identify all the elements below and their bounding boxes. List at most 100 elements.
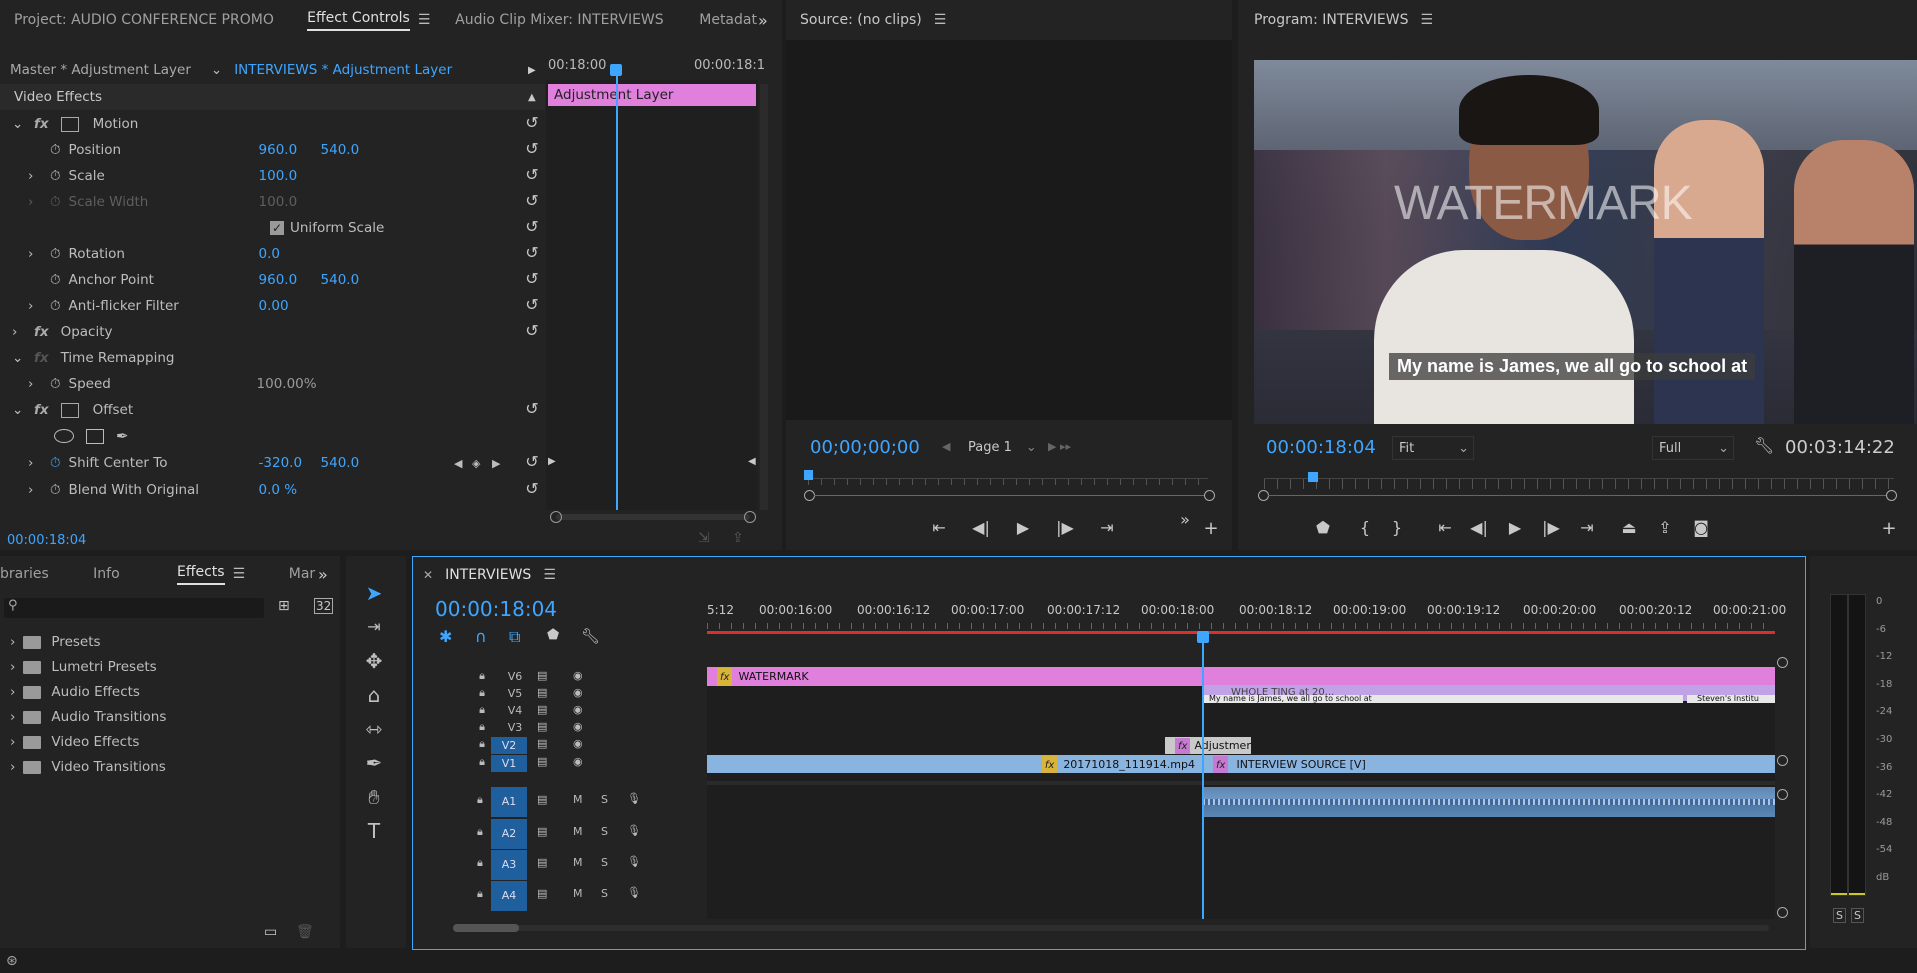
reset-icon[interactable]: ↺ xyxy=(522,321,542,341)
eye-icon[interactable]: ◉ xyxy=(573,703,583,716)
razor-tool-icon[interactable]: ⌂ xyxy=(356,680,392,710)
prev-keyframe-icon[interactable]: ◀ xyxy=(454,457,462,470)
hand-tool-icon[interactable]: ✋︎ xyxy=(356,782,392,812)
lock-icon[interactable]: 🔒︎ xyxy=(477,703,487,717)
sync-icon[interactable]: ▤ xyxy=(537,686,547,699)
track-target-a4[interactable]: A4 xyxy=(491,881,527,911)
reset-icon[interactable]: ↺ xyxy=(522,243,542,263)
position-y-value[interactable]: 540.0 xyxy=(321,142,360,158)
ec-current-time[interactable]: 00:00:18:04 xyxy=(7,533,86,548)
stopwatch-icon[interactable]: ⏱ xyxy=(50,194,61,210)
go-to-in-icon[interactable]: ⇤ xyxy=(926,518,952,537)
solo-button[interactable]: S xyxy=(601,856,608,869)
timeline-ruler[interactable]: 5:12 00:00:16:00 00:00:16:12 00:00:17:00… xyxy=(707,597,1786,645)
accelerated-effects-icon[interactable]: ⊞ xyxy=(278,598,290,614)
ec-playhead-handle[interactable] xyxy=(610,64,622,76)
tab-project[interactable]: Project: AUDIO CONFERENCE PROMO xyxy=(0,12,293,28)
add-marker-icon[interactable]: ⬟ xyxy=(547,627,559,643)
clip-a1-audio[interactable] xyxy=(1203,787,1775,817)
play-icon[interactable]: ▶ xyxy=(1010,518,1036,537)
ec-zoom-scrollbar[interactable] xyxy=(556,514,750,520)
mark-out-icon[interactable]: } xyxy=(1384,518,1410,537)
motion-row[interactable]: ⌄ fx Motion xyxy=(0,111,545,137)
opacity-row[interactable]: › fx Opacity xyxy=(0,319,545,345)
tabs-overflow-icon[interactable]: » xyxy=(758,11,768,30)
collapse-up-icon[interactable]: ▲ xyxy=(528,92,536,103)
blend-value[interactable]: 0.0 % xyxy=(259,482,298,498)
effects-item-lumetri-presets[interactable]: › Lumetri Presets xyxy=(0,655,330,679)
chevron-down-icon[interactable]: ⌄ xyxy=(211,62,222,78)
sync-icon[interactable]: ▤ xyxy=(537,703,547,716)
program-time-ruler[interactable] xyxy=(1264,478,1894,489)
export-icon[interactable]: ⇪ xyxy=(732,530,744,546)
transform-box-icon[interactable] xyxy=(60,402,79,418)
clip-v5-caption[interactable]: My name is James, we all go to school at xyxy=(1203,695,1683,703)
ec-vscroll[interactable] xyxy=(760,84,768,510)
lift-icon[interactable]: ⏏ xyxy=(1616,518,1642,537)
chevron-right-icon[interactable]: › xyxy=(28,455,50,471)
ec-mini-timeline[interactable] xyxy=(546,80,758,510)
timeline-vscroll-mid[interactable] xyxy=(1777,755,1788,766)
timeline-tab[interactable]: ✕ INTERVIEWS ☰ xyxy=(423,567,556,583)
ec-clip-bar[interactable]: Adjustment Layer xyxy=(548,84,756,106)
reset-icon[interactable]: ↺ xyxy=(522,295,542,315)
pen-tool-icon[interactable]: ✒ xyxy=(356,748,392,778)
track-target-a1[interactable]: A1 xyxy=(491,787,527,817)
creative-cloud-icon[interactable]: ⊛ xyxy=(6,953,18,969)
microphone-icon[interactable]: 🎙︎ xyxy=(627,886,641,899)
step-back-icon[interactable]: ◀| xyxy=(968,518,994,537)
microphone-icon[interactable]: 🎙︎ xyxy=(627,824,641,837)
stopwatch-icon[interactable]: ⏱ xyxy=(50,298,61,314)
chevron-right-icon[interactable]: › xyxy=(10,759,15,775)
ec-scroll-left-handle[interactable] xyxy=(550,511,562,523)
delete-icon[interactable]: 🗑︎ xyxy=(296,924,314,940)
chevron-right-icon[interactable]: › xyxy=(10,634,15,650)
filter-icon[interactable]: ⇲ xyxy=(698,530,710,546)
chevron-right-icon[interactable]: › xyxy=(10,734,15,750)
source-timecode[interactable]: 00;00;00;00 xyxy=(810,437,920,458)
microphone-icon[interactable]: 🎙︎ xyxy=(627,792,641,805)
tab-effect-controls[interactable]: Effect Controls ☰ xyxy=(293,10,441,31)
solo-button[interactable]: S xyxy=(601,825,608,838)
lock-icon[interactable]: 🔒︎ xyxy=(477,720,487,734)
add-button-icon[interactable]: + xyxy=(1876,518,1902,539)
timeline-vscroll-bottom[interactable] xyxy=(1777,907,1788,918)
lock-icon[interactable]: 🔒︎ xyxy=(477,686,487,700)
timeline-vscroll-top[interactable] xyxy=(1777,657,1788,668)
chevron-down-icon[interactable]: ⌄ xyxy=(12,116,26,132)
lock-icon[interactable]: 🔒︎ xyxy=(477,825,483,839)
lock-icon[interactable]: 🔒︎ xyxy=(477,669,487,683)
timeline-vscroll-audio[interactable] xyxy=(1777,789,1788,800)
effects-item-audio-effects[interactable]: › Audio Effects xyxy=(0,680,330,704)
pen-mask-icon[interactable]: ✒ xyxy=(116,427,129,445)
chevron-right-icon[interactable]: › xyxy=(12,324,26,340)
ec-playhead[interactable] xyxy=(616,66,618,510)
fx-icon[interactable]: fx xyxy=(34,324,49,340)
master-clip-label[interactable]: Master * Adjustment Layer xyxy=(10,62,191,78)
effects-search-input[interactable]: ⚲ xyxy=(4,598,264,618)
anchor-x-value[interactable]: 960.0 xyxy=(259,272,321,288)
fx-icon[interactable]: fx xyxy=(34,402,49,418)
sequence-clip-label[interactable]: INTERVIEWS * Adjustment Layer xyxy=(234,62,452,78)
chevron-down-icon[interactable]: ⌄ xyxy=(12,402,26,418)
mute-button[interactable]: M xyxy=(573,887,583,900)
stopwatch-icon[interactable]: ⏱ xyxy=(50,376,61,392)
effects-item-video-transitions[interactable]: › Video Transitions xyxy=(0,755,330,779)
source-viewer[interactable] xyxy=(786,40,1232,420)
clip-adjustment-layer[interactable]: fxAdjustment Laye xyxy=(1165,737,1251,754)
add-keyframe-icon[interactable]: ◈ xyxy=(472,457,480,470)
sync-icon[interactable]: ▤ xyxy=(537,669,547,682)
reset-icon[interactable]: ↺ xyxy=(522,191,542,211)
source-next-page-icon[interactable]: ▶ ▸▸ xyxy=(1048,440,1071,453)
eye-icon[interactable]: ◉ xyxy=(573,755,583,768)
program-timecode[interactable]: 00:00:18:04 xyxy=(1266,437,1376,458)
reset-icon[interactable]: ↺ xyxy=(522,113,542,133)
reset-icon[interactable]: ↺ xyxy=(522,399,542,419)
timeline-timecode[interactable]: 00:00:18:04 xyxy=(435,597,557,621)
chevron-right-icon[interactable]: › xyxy=(10,684,15,700)
source-title[interactable]: Source: (no clips) xyxy=(800,12,922,28)
anti-flicker-value[interactable]: 0.00 xyxy=(259,298,289,314)
tab-markers[interactable]: Mar xyxy=(275,566,340,582)
clip-v1-source[interactable]: fx 20171018_111914.mp4 xyxy=(707,755,1203,773)
eye-icon[interactable]: ◉ xyxy=(573,737,583,750)
